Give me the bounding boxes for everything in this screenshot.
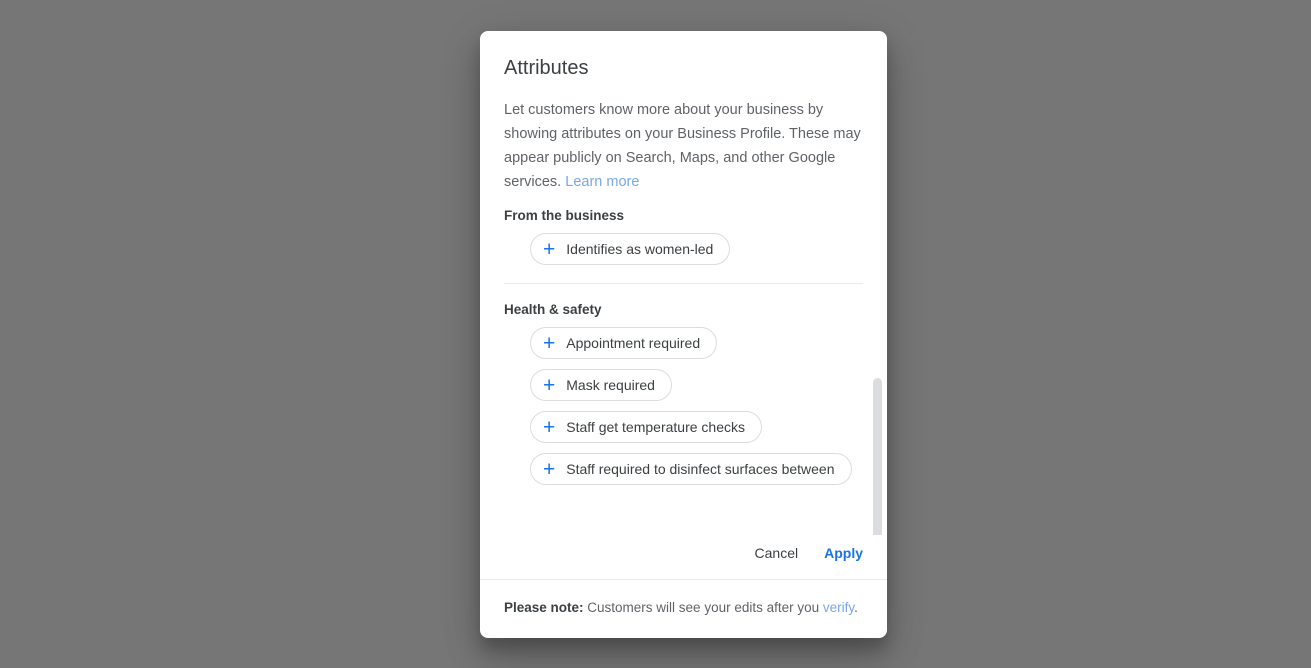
- chip-group-from-the-business: + Identifies as women-led: [504, 233, 863, 275]
- learn-more-link[interactable]: Learn more: [565, 174, 639, 190]
- cancel-button[interactable]: Cancel: [755, 545, 799, 561]
- attribute-chip-label: Identifies as women-led: [566, 241, 714, 257]
- plus-icon: +: [543, 415, 556, 439]
- apply-button[interactable]: Apply: [824, 545, 863, 561]
- section-divider: [504, 283, 863, 284]
- plus-icon: +: [543, 237, 556, 261]
- chip-group-health-and-safety: + Appointment required + Mask required +…: [504, 327, 863, 495]
- dialog-scroll-area: From the business + Identifies as women-…: [480, 194, 887, 535]
- dialog-note-end: .: [854, 600, 858, 615]
- dialog-title: Attributes: [504, 57, 589, 79]
- attributes-dialog: Attributes Let customers know more about…: [480, 31, 887, 638]
- plus-icon: +: [543, 457, 556, 481]
- dialog-scrollbar[interactable]: [873, 378, 882, 535]
- dialog-description: Let customers know more about your busin…: [480, 80, 887, 194]
- attribute-chip-label: Staff required to disinfect surfaces bet…: [566, 461, 835, 477]
- attribute-chip[interactable]: + Appointment required: [530, 327, 718, 359]
- attribute-chip-label: Staff get temperature checks: [566, 419, 745, 435]
- dialog-note: Please note: Customers will see your edi…: [480, 579, 887, 638]
- plus-icon: +: [543, 373, 556, 397]
- attribute-chip[interactable]: + Mask required: [530, 369, 672, 401]
- dialog-description-text: Let customers know more about your busin…: [504, 102, 861, 190]
- attribute-chip-label: Appointment required: [566, 335, 701, 351]
- section-heading-from-the-business: From the business: [504, 208, 625, 223]
- attribute-chip[interactable]: + Identifies as women-led: [530, 233, 731, 265]
- dialog-note-text: Customers will see your edits after you: [583, 600, 823, 615]
- attribute-chip[interactable]: + Staff required to disinfect surfaces b…: [530, 453, 852, 485]
- attribute-chip[interactable]: + Staff get temperature checks: [530, 411, 762, 443]
- screen: GoogleMy Business Stymuli Clothing Dubli…: [0, 0, 1311, 668]
- attribute-chip-label: Mask required: [566, 377, 655, 393]
- plus-icon: +: [543, 331, 556, 355]
- dialog-note-label: Please note:: [504, 600, 584, 615]
- dialog-actions: Cancel Apply: [480, 535, 887, 579]
- verify-link[interactable]: verify: [823, 600, 854, 615]
- section-heading-health-and-safety: Health & safety: [504, 302, 602, 317]
